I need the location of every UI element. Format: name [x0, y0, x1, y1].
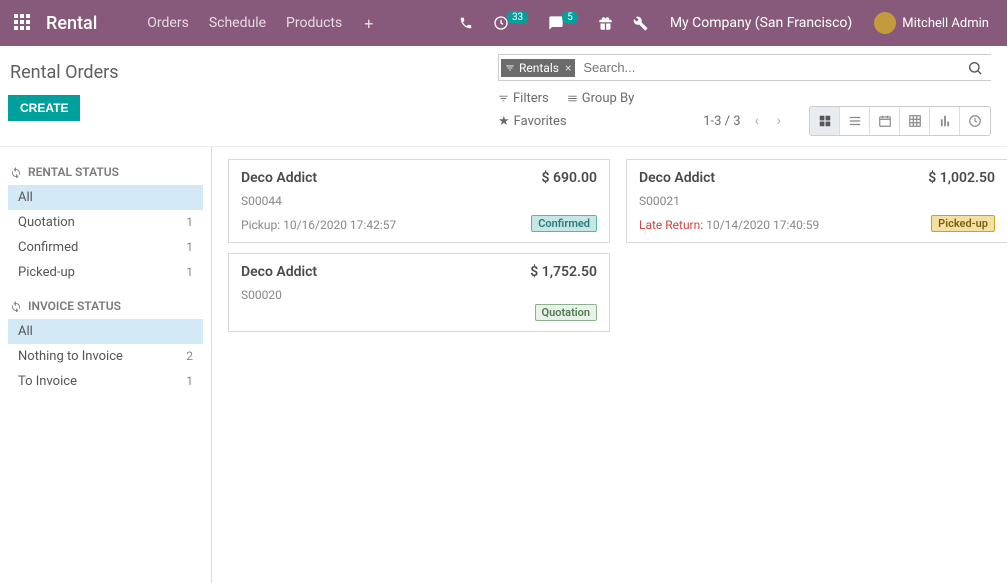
prev-page-icon[interactable]: ‹: [751, 113, 763, 129]
status-badge: Quotation: [535, 304, 597, 321]
sidebar-item[interactable]: All: [8, 319, 203, 344]
filter-tag-rentals[interactable]: Rentals ×: [501, 59, 575, 77]
avatar: [874, 12, 896, 34]
card-ref: S00021: [639, 194, 995, 208]
card-customer: Deco Addict: [241, 170, 317, 186]
control-panel: Rental Orders CREATE Rentals × Filters G…: [0, 46, 1007, 147]
sidebar-item[interactable]: Quotation1: [8, 210, 203, 235]
graph-view-icon[interactable]: [930, 107, 960, 135]
activity-icon[interactable]: 33: [493, 15, 528, 31]
gift-icon[interactable]: [598, 16, 613, 31]
card-ref: S00044: [241, 194, 597, 208]
sidebar: RENTAL STATUS AllQuotation1Confirmed1Pic…: [0, 147, 212, 583]
username: Mitchell Admin: [902, 16, 989, 31]
nav-products[interactable]: Products: [286, 15, 342, 31]
search-icon[interactable]: [961, 60, 989, 76]
list-view-icon[interactable]: [840, 107, 870, 135]
user-menu[interactable]: Mitchell Admin: [874, 12, 989, 34]
card-customer: Deco Addict: [241, 264, 317, 280]
sidebar-item[interactable]: To Invoice1: [8, 369, 203, 394]
sidebar-item[interactable]: Confirmed1: [8, 235, 203, 260]
activity-view-icon[interactable]: [960, 107, 990, 135]
view-switcher: [809, 106, 991, 136]
company-selector[interactable]: My Company (San Francisco): [670, 15, 852, 31]
discuss-badge: 5: [562, 11, 578, 24]
nav-schedule[interactable]: Schedule: [209, 15, 266, 31]
calendar-view-icon[interactable]: [870, 107, 900, 135]
rental-status-header: RENTAL STATUS: [10, 165, 203, 179]
nav-orders[interactable]: Orders: [147, 15, 189, 31]
status-badge: Confirmed: [531, 215, 597, 232]
page-title: Rental Orders: [10, 62, 498, 83]
kanban-card[interactable]: Deco Addict $ 1,752.50 S00020 Quotation: [228, 253, 610, 332]
add-icon[interactable]: +: [364, 14, 373, 33]
sidebar-item[interactable]: Picked-up1: [8, 260, 203, 285]
favorites-button[interactable]: ★ Favorites: [498, 114, 567, 129]
sidebar-item[interactable]: Nothing to Invoice2: [8, 344, 203, 369]
card-date: Pickup: 10/16/2020 17:42:57: [241, 218, 396, 232]
activity-badge: 33: [507, 11, 528, 24]
card-amount: $ 1,752.50: [530, 264, 597, 280]
pager: 1-3 / 3 ‹ ›: [703, 106, 991, 136]
kanban-area: Deco Addict $ 690.00 S00044 Pickup: 10/16/2…: [212, 147, 1007, 583]
kanban-view-icon[interactable]: [810, 107, 840, 135]
card-amount: $ 690.00: [542, 170, 597, 186]
invoice-status-header: INVOICE STATUS: [10, 299, 203, 313]
status-badge: Picked-up: [931, 215, 995, 232]
card-ref: S00020: [241, 288, 597, 302]
apps-icon[interactable]: [14, 14, 32, 32]
tools-icon[interactable]: [633, 16, 648, 31]
search-bar: Rentals ×: [498, 54, 991, 81]
sidebar-item[interactable]: All: [8, 185, 203, 210]
create-button[interactable]: CREATE: [8, 95, 80, 121]
card-customer: Deco Addict: [639, 170, 715, 186]
pivot-view-icon[interactable]: [900, 107, 930, 135]
search-input[interactable]: [579, 57, 961, 78]
kanban-card[interactable]: Deco Addict $ 690.00 S00044 Pickup: 10/16/2…: [228, 159, 610, 243]
card-amount: $ 1,002.50: [928, 170, 995, 186]
kanban-card[interactable]: Deco Addict $ 1,002.50 S00021 Late Return: …: [626, 159, 1007, 243]
next-page-icon[interactable]: ›: [773, 113, 785, 129]
discuss-icon[interactable]: 5: [548, 15, 578, 31]
topbar: Rental Orders Schedule Products + 33 5 M…: [0, 0, 1007, 46]
card-date: Late Return: 10/14/2020 17:40:59: [639, 218, 819, 232]
groupby-button[interactable]: Group By: [567, 91, 635, 106]
search-toolbar: Filters Group By ★ Favorites 1-3 / 3 ‹ ›: [498, 87, 991, 146]
phone-icon[interactable]: [459, 16, 473, 30]
pager-text: 1-3 / 3: [703, 114, 740, 129]
filters-button[interactable]: Filters: [498, 91, 549, 106]
remove-filter-icon[interactable]: ×: [565, 61, 571, 75]
brand[interactable]: Rental: [46, 13, 97, 34]
